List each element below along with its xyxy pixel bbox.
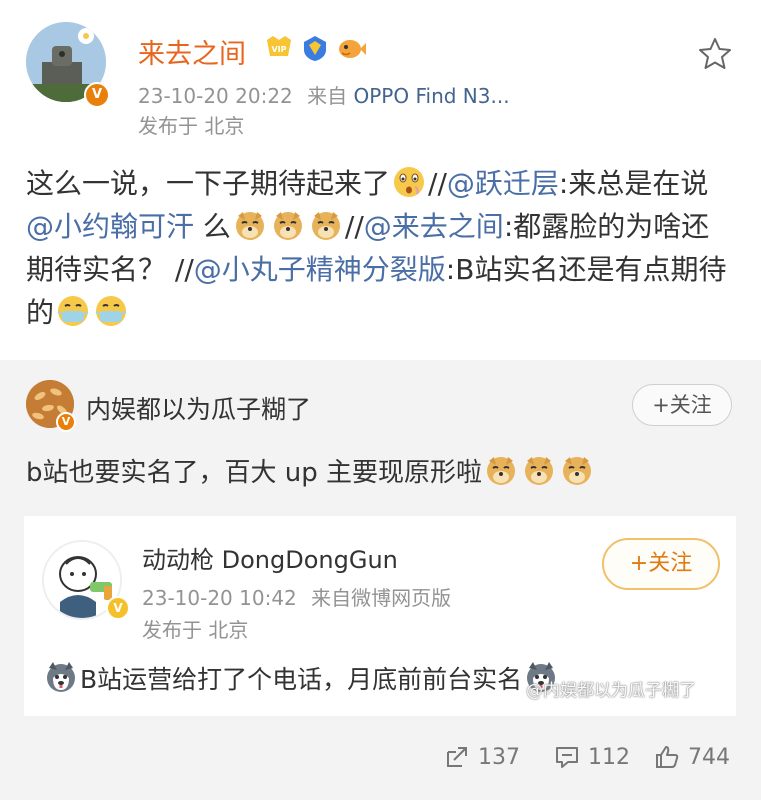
author-badges: VIP bbox=[264, 34, 366, 62]
post-meta: 23-10-20 20:22 来自 OPPO Find N3... bbox=[138, 80, 510, 109]
svg-text:VIP: VIP bbox=[271, 45, 286, 54]
doge-emoji-icon bbox=[487, 457, 516, 485]
verified-v-icon: V bbox=[106, 596, 130, 620]
author-name[interactable]: 来去之间 bbox=[138, 32, 246, 71]
main-post: V 来去之间 VIP 23-10-20 20:22 来自 OPPO Find N… bbox=[0, 0, 761, 360]
vip-badge-icon[interactable]: VIP bbox=[264, 34, 294, 62]
content-text: 么 bbox=[194, 210, 231, 243]
card-source: 微博网页版 bbox=[351, 586, 452, 610]
mention-link[interactable]: @跃迁层 bbox=[447, 167, 559, 200]
repost-text-content: b站也要实名了，百大 up 主要现原形啦 bbox=[26, 458, 483, 488]
follow-button[interactable]: +关注 bbox=[632, 384, 732, 426]
doge-emoji-icon bbox=[311, 212, 340, 240]
repost-author-name[interactable]: 内娱都以为瓜子糊了 bbox=[86, 390, 311, 426]
mask-emoji-icon bbox=[95, 296, 127, 326]
verified-shield-icon[interactable] bbox=[300, 34, 330, 62]
repost-text: b站也要实名了，百大 up 主要现原形啦 bbox=[26, 452, 596, 489]
like-count: 744 bbox=[688, 744, 730, 770]
card-text-content: B站运营给打了个电话，月底前前台实名 bbox=[80, 665, 523, 694]
doge-emoji-icon bbox=[525, 457, 554, 485]
verified-v-icon: V bbox=[56, 412, 76, 432]
repost-section: V 内娱都以为瓜子糊了 +关注 b站也要实名了，百大 up 主要现原形啦 V 动… bbox=[0, 360, 761, 800]
doge-emoji-icon bbox=[273, 212, 302, 240]
like-action[interactable]: 744 bbox=[654, 744, 730, 770]
thumbs-up-icon bbox=[656, 746, 679, 768]
card-text: B站运营给打了个电话，月底前前台实名 bbox=[42, 660, 560, 696]
fish-badge-icon[interactable] bbox=[336, 34, 366, 62]
comment-action[interactable]: 112 bbox=[554, 744, 630, 770]
doge-emoji-icon bbox=[235, 212, 264, 240]
repost-action[interactable]: 137 bbox=[444, 744, 520, 770]
husky-emoji-icon bbox=[47, 662, 75, 692]
content-text: 这么一说，一下子期待起来了 bbox=[26, 167, 391, 200]
post-source[interactable]: OPPO Find N3... bbox=[354, 84, 510, 108]
repost-count: 137 bbox=[478, 744, 520, 770]
doge-emoji-icon bbox=[563, 457, 592, 485]
card-timestamp: 23-10-20 10:42 bbox=[142, 586, 297, 610]
image-watermark: @内娱都以为瓜子糊了 bbox=[526, 681, 696, 701]
comment-icon bbox=[556, 747, 578, 768]
action-bar: 137 112 744 bbox=[0, 732, 761, 782]
content-text: // bbox=[428, 167, 447, 200]
mention-link[interactable]: @来去之间 bbox=[364, 210, 504, 243]
content-text: :来总是在说 bbox=[558, 167, 709, 200]
from-prefix: 来自 bbox=[311, 586, 352, 610]
card-follow-button[interactable]: +关注 bbox=[602, 538, 720, 590]
mask-emoji-icon bbox=[57, 296, 89, 326]
mention-link[interactable]: @小约翰可汗 bbox=[26, 210, 194, 243]
card-author-name[interactable]: 动动枪 DongDongGun bbox=[142, 540, 398, 575]
surprised-emoji-icon bbox=[394, 167, 425, 197]
card-location: 发布于 北京 bbox=[142, 618, 249, 642]
post-content: 这么一说，一下子期待起来了//@跃迁层:来总是在说@小约翰可汗 么//@来去之间… bbox=[26, 162, 736, 334]
content-text: // bbox=[344, 210, 364, 243]
verified-v-icon: V bbox=[84, 82, 110, 108]
from-prefix: 来自 bbox=[307, 84, 348, 108]
mention-link[interactable]: @小丸子精神分裂版 bbox=[194, 253, 446, 286]
post-timestamp: 23-10-20 20:22 bbox=[138, 84, 293, 108]
repost-icon bbox=[447, 747, 467, 767]
favorite-star-icon[interactable] bbox=[697, 36, 733, 72]
card-meta: 23-10-20 10:42 来自微博网页版 bbox=[142, 582, 451, 611]
comment-count: 112 bbox=[588, 744, 630, 770]
embedded-post-card[interactable]: V 动动枪 DongDongGun 23-10-20 10:42 来自微博网页版… bbox=[24, 516, 736, 716]
post-location: 发布于 北京 bbox=[138, 114, 245, 138]
